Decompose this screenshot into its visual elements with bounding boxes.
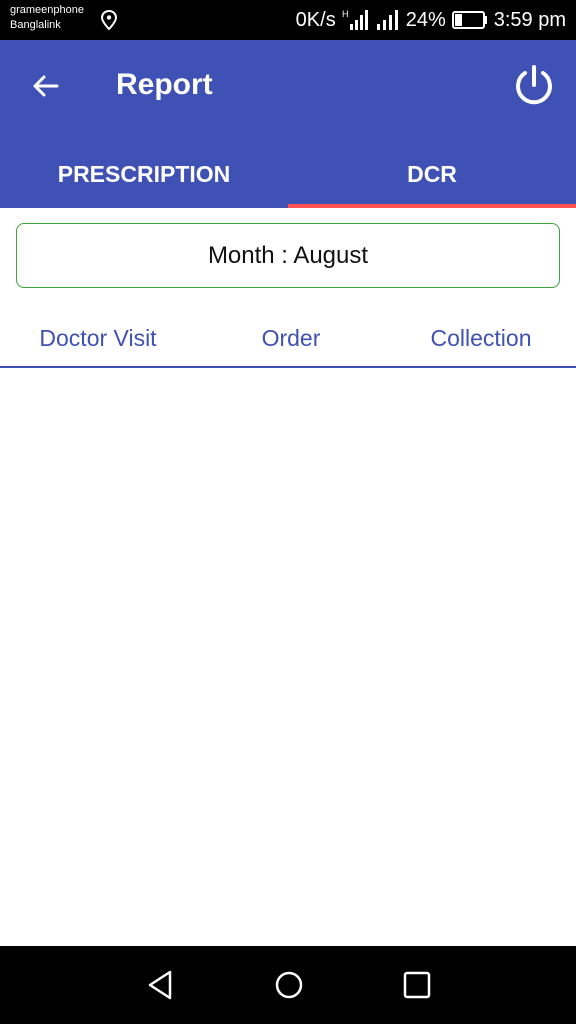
carrier-names: grameenphone Banglalink bbox=[10, 3, 84, 33]
power-icon[interactable] bbox=[512, 64, 556, 108]
nav-back-icon[interactable] bbox=[144, 968, 178, 1002]
tab-dcr[interactable]: DCR bbox=[288, 140, 576, 208]
page-title: Report bbox=[116, 68, 213, 101]
status-bar: grameenphone Banglalink 0K/s H 24% 3:59 … bbox=[0, 0, 576, 40]
app-bar: Report PRESCRIPTION DCR bbox=[0, 40, 576, 208]
signal-h-icon: H bbox=[342, 9, 368, 30]
signal-icon bbox=[376, 10, 398, 30]
battery-percent: 24% bbox=[405, 8, 446, 31]
battery-icon bbox=[451, 11, 487, 29]
net-speed: 0K/s bbox=[295, 8, 336, 31]
sub-tab-bar: Doctor Visit Order Collection bbox=[0, 310, 576, 368]
carrier-2: Banglalink bbox=[10, 19, 61, 31]
nav-home-icon[interactable] bbox=[272, 968, 306, 1002]
subtab-collection[interactable]: Collection bbox=[386, 310, 576, 366]
month-selector[interactable]: Month : August bbox=[16, 223, 560, 288]
carrier-1: grameenphone bbox=[10, 4, 85, 16]
tab-prescription[interactable]: PRESCRIPTION bbox=[0, 140, 288, 208]
tab-bar: PRESCRIPTION DCR bbox=[0, 140, 576, 208]
arrow-left-icon bbox=[33, 75, 59, 97]
network-type: H bbox=[342, 9, 349, 19]
nav-recent-icon[interactable] bbox=[400, 968, 434, 1002]
status-right: 0K/s H 24% 3:59 pm bbox=[296, 6, 566, 34]
location-icon bbox=[100, 10, 118, 30]
clock: 3:59 pm bbox=[493, 8, 566, 31]
navigation-bar bbox=[0, 946, 576, 1024]
subtab-doctor-visit[interactable]: Doctor Visit bbox=[0, 310, 196, 366]
subtab-order[interactable]: Order bbox=[196, 310, 386, 366]
back-button[interactable] bbox=[22, 66, 68, 106]
report-content bbox=[0, 370, 576, 946]
